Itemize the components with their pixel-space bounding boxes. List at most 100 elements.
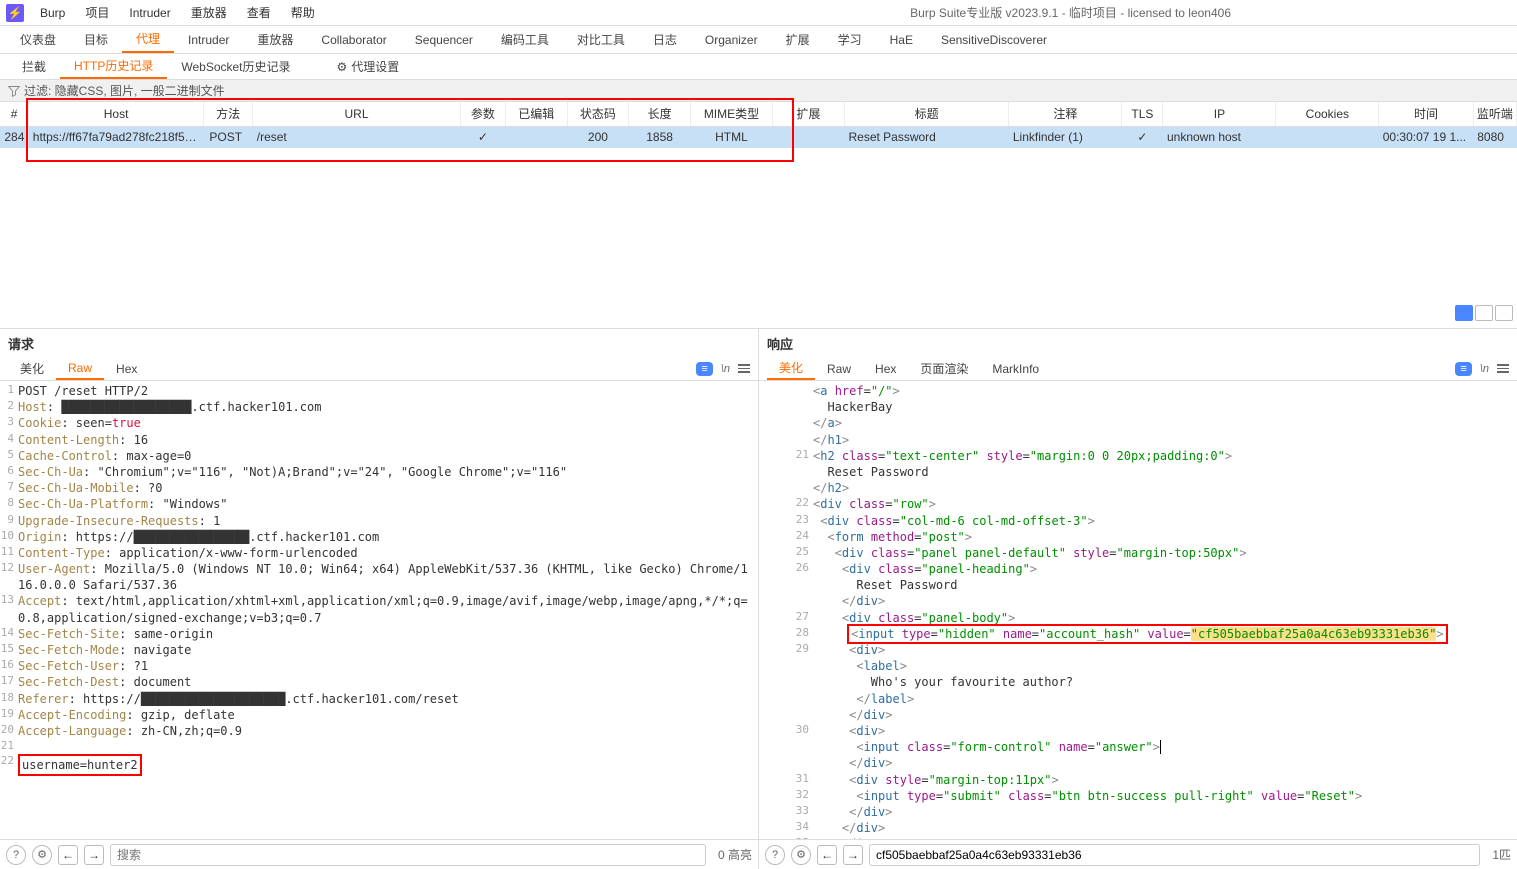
cell	[505, 126, 567, 148]
cell	[773, 126, 845, 148]
menu-item[interactable]: 重放器	[181, 0, 237, 25]
main-tab[interactable]: 对比工具	[563, 26, 639, 53]
menu-item[interactable]: 帮助	[281, 0, 325, 25]
col-header[interactable]: 参数	[460, 102, 505, 126]
layout-opt-3[interactable]	[1495, 305, 1513, 321]
response-search-bar: ? ⚙ ← → 1匹	[759, 839, 1517, 869]
main-tab[interactable]: Intruder	[174, 26, 243, 53]
newline-toggle[interactable]: \n	[1480, 363, 1489, 375]
menu-item[interactable]: Intruder	[119, 0, 180, 25]
hamburger-icon[interactable]	[1497, 364, 1509, 373]
proxy-subtab[interactable]: HTTP历史记录	[60, 54, 167, 79]
main-tab[interactable]: 代理	[122, 26, 174, 53]
cell: 1858	[629, 126, 691, 148]
col-header[interactable]: MIME类型	[690, 102, 772, 126]
col-header[interactable]: 注释	[1009, 102, 1122, 126]
cell: ✓	[460, 126, 505, 148]
filter-bar[interactable]: 过滤: 隐藏CSS, 图片, 一般二进制文件	[0, 80, 1517, 102]
response-title: 响应	[759, 329, 1517, 357]
main-tab[interactable]: SensitiveDiscoverer	[927, 26, 1061, 53]
cell: unknown host	[1163, 126, 1276, 148]
main-tab[interactable]: HaE	[876, 26, 927, 53]
layout-opt-2[interactable]	[1475, 305, 1493, 321]
cell: Reset Password	[844, 126, 1008, 148]
response-subtab[interactable]: Hex	[863, 357, 908, 380]
request-subtab[interactable]: Raw	[56, 357, 104, 380]
cell: 00:30:07 19 1...	[1379, 126, 1474, 148]
proxy-subtab[interactable]: 拦截	[8, 54, 60, 79]
col-header[interactable]: 方法	[203, 102, 252, 126]
search-input[interactable]	[110, 844, 706, 866]
cell: https://ff67fa79ad278fc218f52...	[29, 126, 204, 148]
main-tab[interactable]: Organizer	[691, 26, 772, 53]
prev-button[interactable]: ←	[817, 845, 837, 865]
request-subtab[interactable]: Hex	[104, 357, 149, 380]
prev-button[interactable]: ←	[58, 845, 78, 865]
response-subtab[interactable]: 美化	[767, 357, 815, 380]
response-pane: 响应 美化RawHex页面渲染MarkInfo ≡ \n <a href="/"…	[759, 328, 1517, 869]
menu-item[interactable]: 项目	[75, 0, 119, 25]
cell: 284	[0, 126, 29, 148]
match-count: 0 高亮	[718, 846, 752, 863]
request-response-splitter: 请求 美化RawHex ≡ \n 1POST /reset HTTP/22Hos…	[0, 328, 1517, 869]
layout-selector[interactable]	[1455, 305, 1513, 321]
col-header[interactable]: 扩展	[773, 102, 845, 126]
funnel-icon	[8, 85, 20, 97]
col-header[interactable]: 已编辑	[505, 102, 567, 126]
match-count: 1匹	[1492, 846, 1511, 863]
actions-chip[interactable]: ≡	[1455, 362, 1471, 376]
history-table-wrap: #Host方法URL参数已编辑状态码长度MIME类型扩展标题注释TLSIPCoo…	[0, 102, 1517, 148]
response-editor[interactable]: <a href="/"> HackerBay</a></h1>21<h2 cla…	[759, 381, 1517, 839]
response-subtab[interactable]: 页面渲染	[908, 357, 980, 380]
layout-opt-1[interactable]	[1455, 305, 1473, 321]
main-tab[interactable]: 仪表盘	[6, 26, 70, 53]
cell: Linkfinder (1)	[1009, 126, 1122, 148]
history-table[interactable]: #Host方法URL参数已编辑状态码长度MIME类型扩展标题注释TLSIPCoo…	[0, 102, 1517, 148]
col-header[interactable]: Cookies	[1276, 102, 1379, 126]
next-button[interactable]: →	[843, 845, 863, 865]
col-header[interactable]: IP	[1163, 102, 1276, 126]
col-header[interactable]: 长度	[629, 102, 691, 126]
request-subtab[interactable]: 美化	[8, 357, 56, 380]
gear-icon[interactable]: ⚙	[32, 845, 52, 865]
col-header[interactable]: 标题	[844, 102, 1008, 126]
proxy-settings-tab[interactable]: ⚙代理设置	[323, 54, 414, 79]
main-tab[interactable]: 目标	[70, 26, 122, 53]
cell	[1276, 126, 1379, 148]
main-tab[interactable]: Collaborator	[307, 26, 400, 53]
actions-chip[interactable]: ≡	[696, 362, 712, 376]
main-tab[interactable]: 扩展	[772, 26, 824, 53]
newline-toggle[interactable]: \n	[721, 363, 730, 375]
response-tabs: 美化RawHex页面渲染MarkInfo ≡ \n	[759, 357, 1517, 381]
search-input[interactable]	[869, 844, 1480, 866]
table-row[interactable]: 284https://ff67fa79ad278fc218f52...POST/…	[0, 126, 1517, 148]
col-header[interactable]: 状态码	[567, 102, 629, 126]
menu-bar: ⚡ Burp项目Intruder重放器查看帮助 Burp Suite专业版 v2…	[0, 0, 1517, 26]
col-header[interactable]: #	[0, 102, 29, 126]
response-subtab[interactable]: Raw	[815, 357, 863, 380]
main-tab[interactable]: 日志	[639, 26, 691, 53]
response-subtab[interactable]: MarkInfo	[980, 357, 1051, 380]
app-icon: ⚡	[6, 4, 24, 22]
main-tab[interactable]: 学习	[824, 26, 876, 53]
hamburger-icon[interactable]	[738, 364, 750, 373]
help-icon[interactable]: ?	[6, 845, 26, 865]
col-header[interactable]: 时间	[1379, 102, 1474, 126]
next-button[interactable]: →	[84, 845, 104, 865]
menu-item[interactable]: Burp	[30, 0, 75, 25]
request-editor[interactable]: 1POST /reset HTTP/22Host: ██████████████…	[0, 381, 758, 839]
gear-icon[interactable]: ⚙	[791, 845, 811, 865]
request-title: 请求	[0, 329, 758, 357]
main-tab[interactable]: 重放器	[243, 26, 307, 53]
help-icon[interactable]: ?	[765, 845, 785, 865]
col-header[interactable]: 监听端	[1473, 102, 1516, 126]
col-header[interactable]: Host	[29, 102, 204, 126]
main-tab[interactable]: Sequencer	[401, 26, 487, 53]
col-header[interactable]: TLS	[1122, 102, 1163, 126]
cell: 8080	[1473, 126, 1516, 148]
cell: 200	[567, 126, 629, 148]
menu-item[interactable]: 查看	[237, 0, 281, 25]
col-header[interactable]: URL	[253, 102, 461, 126]
main-tab[interactable]: 编码工具	[487, 26, 563, 53]
proxy-subtab[interactable]: WebSocket历史记录	[167, 54, 304, 79]
